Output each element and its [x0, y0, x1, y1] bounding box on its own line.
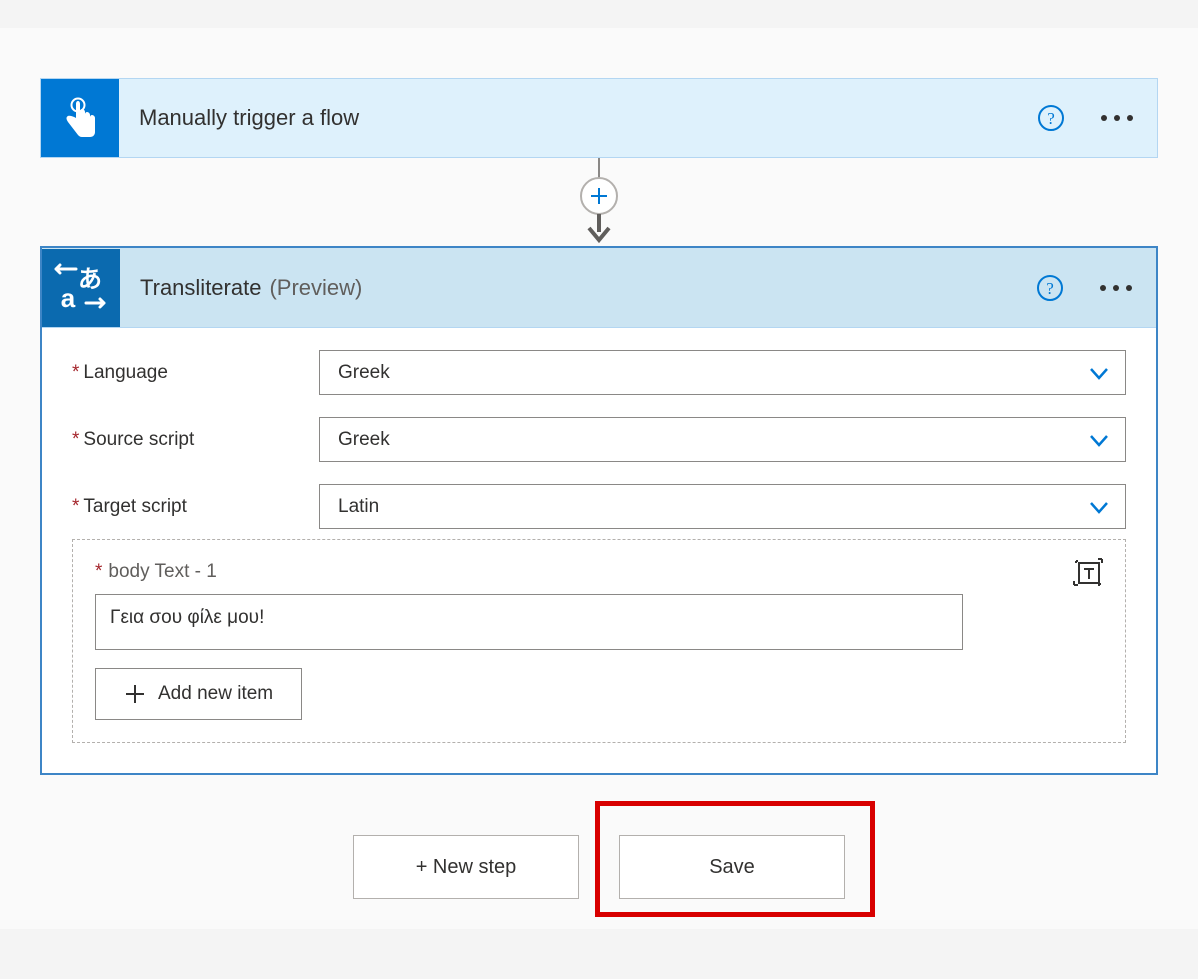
body-text-block: *body Text - 1 Γεια σου φίλε μου! — [72, 539, 1126, 743]
chevron-down-icon — [1087, 495, 1111, 519]
new-step-button[interactable]: + New step — [353, 835, 579, 899]
language-label: *Language — [72, 362, 319, 384]
connector — [40, 158, 1158, 246]
transliterate-step: あ a Transliterate (Preview) ? — [40, 246, 1158, 775]
svg-text:?: ? — [1047, 109, 1055, 128]
plus-icon — [124, 683, 146, 705]
save-button[interactable]: Save — [619, 835, 845, 899]
target-script-select[interactable]: Latin — [319, 484, 1126, 529]
footer: + New step Save — [40, 835, 1158, 899]
target-script-label: *Target script — [72, 496, 319, 518]
body-text-label: *body Text - 1 — [95, 561, 217, 583]
transliterate-header[interactable]: あ a Transliterate (Preview) ? — [42, 248, 1156, 328]
chevron-down-icon — [1087, 361, 1111, 385]
transliterate-icon: あ a — [42, 249, 120, 327]
trigger-title: Manually trigger a flow — [139, 105, 359, 131]
switch-to-text-mode-icon[interactable] — [1073, 558, 1103, 586]
svg-text:a: a — [61, 283, 76, 313]
svg-text:?: ? — [1046, 279, 1054, 298]
help-icon[interactable]: ? — [1037, 104, 1065, 132]
transliterate-title: Transliterate — [140, 275, 261, 301]
more-icon[interactable] — [1099, 113, 1135, 123]
add-new-item-button[interactable]: Add new item — [95, 668, 302, 720]
more-icon[interactable] — [1098, 283, 1134, 293]
svg-text:あ: あ — [78, 266, 102, 293]
transliterate-form: *Language Greek *Source script Greek — [42, 328, 1156, 773]
source-script-select[interactable]: Greek — [319, 417, 1126, 462]
source-script-label: *Source script — [72, 429, 319, 451]
language-select[interactable]: Greek — [319, 350, 1126, 395]
manual-trigger-icon — [41, 79, 119, 157]
add-step-between-button[interactable] — [581, 178, 617, 214]
trigger-step[interactable]: Manually trigger a flow ? — [40, 78, 1158, 158]
chevron-down-icon — [1087, 428, 1111, 452]
body-text-input[interactable]: Γεια σου φίλε μου! — [95, 594, 963, 650]
preview-tag: (Preview) — [269, 275, 362, 301]
help-icon[interactable]: ? — [1036, 274, 1064, 302]
